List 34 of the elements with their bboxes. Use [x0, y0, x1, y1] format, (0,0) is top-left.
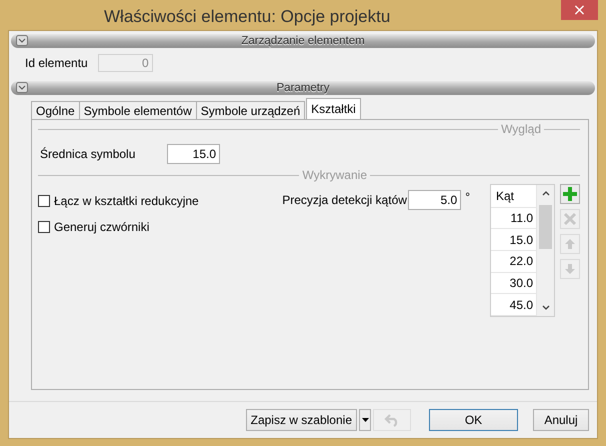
scroll-up-icon[interactable]: [542, 191, 550, 196]
tab[interactable]: Ogólne: [31, 101, 80, 119]
tab[interactable]: Kształtki: [306, 98, 361, 119]
add-button[interactable]: [560, 184, 580, 204]
window-title: Właściwości elementu: Opcje projektu: [104, 7, 390, 27]
checkbox-label: Łącz w kształtki redukcyjne: [54, 194, 199, 208]
caret-icon: [362, 418, 368, 422]
close-button[interactable]: ×: [561, 0, 598, 20]
tab[interactable]: Symbole urządzeń: [196, 101, 306, 119]
ok-button[interactable]: OK: [429, 409, 518, 431]
checkbox[interactable]: [38, 221, 50, 233]
collapse-icon: [16, 35, 28, 46]
undo-icon: [384, 413, 400, 427]
unit-label: °: [465, 190, 470, 204]
group-title: Wykrywanie: [302, 168, 367, 182]
collapse-icon: [16, 82, 28, 93]
cross-icon: [562, 211, 578, 227]
tab[interactable]: Symbole elementów: [78, 101, 197, 119]
diameter-field[interactable]: 15.0: [167, 144, 220, 164]
scrollbar[interactable]: [537, 185, 554, 316]
dropdown-button[interactable]: [359, 409, 371, 431]
field-label: Średnica symbolu: [40, 147, 136, 161]
section-header[interactable]: Parametry: [11, 81, 595, 95]
plus-icon: [562, 186, 578, 202]
section-header[interactable]: Zarządzanie elementem: [11, 34, 595, 48]
cancel-button[interactable]: Anuluj: [533, 409, 589, 431]
scroll-down-icon[interactable]: [542, 305, 550, 310]
field-label: Id elementu: [25, 56, 88, 70]
checkbox-label: Generuj czwórniki: [54, 220, 150, 234]
precision-field[interactable]: 5.0: [408, 190, 462, 210]
field-label: Precyzja detekcji kątów: [282, 193, 408, 207]
save-template-button[interactable]: Zapisz w szablonie: [246, 409, 357, 431]
checkbox[interactable]: [38, 195, 50, 207]
group-title: Wygląd: [501, 122, 541, 136]
